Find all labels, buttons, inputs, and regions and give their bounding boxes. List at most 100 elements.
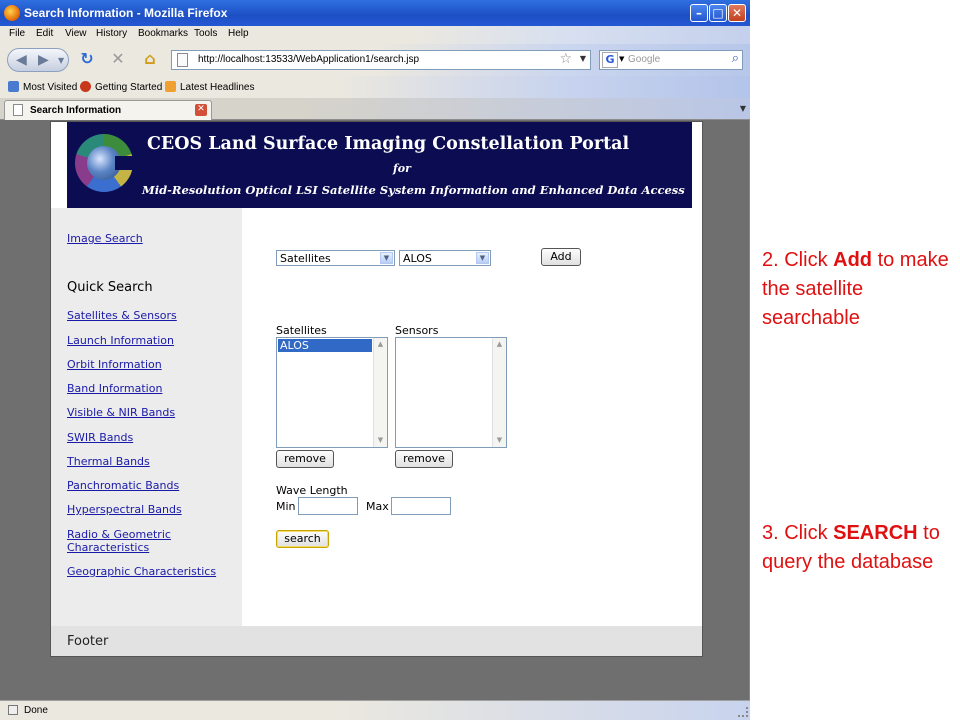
annotation-step-3: 3. Click SEARCH to query the database — [762, 519, 954, 577]
sidebar-link-panchromatic-bands[interactable]: Panchromatic Bands — [67, 479, 179, 492]
reload-icon[interactable]: ↻ — [78, 50, 96, 68]
menu-tools[interactable]: Tools — [194, 28, 217, 39]
menu-edit[interactable]: Edit — [36, 28, 53, 39]
url-dropdown-icon[interactable]: ▼ — [580, 54, 586, 63]
sidebar-link-visible-nir-bands[interactable]: Visible & NIR Bands — [67, 406, 175, 419]
menu-help[interactable]: Help — [228, 28, 249, 39]
step2-bold: Add — [833, 249, 873, 271]
sidebar-link-satellites-sensors[interactable]: Satellites & Sensors — [67, 309, 177, 322]
back-forward-buttons[interactable]: ◀ ▶ ▼ — [7, 48, 69, 72]
bookmarks-toolbar: Most Visited Getting Started Latest Head… — [0, 76, 750, 98]
satellite-select-value: ALOS — [403, 252, 432, 265]
history-dropdown-icon[interactable]: ▼ — [58, 56, 64, 65]
satellites-listbox[interactable]: ALOS ▲ ▼ — [276, 337, 388, 448]
step2-prefix: 2. Click — [762, 249, 834, 271]
sensors-label: Sensors — [395, 324, 439, 337]
status-bar: Done — [0, 700, 750, 720]
search-placeholder: Google — [628, 54, 661, 65]
home-icon[interactable]: ⌂ — [141, 50, 159, 68]
sidebar-link-launch-information[interactable]: Launch Information — [67, 334, 174, 347]
page-footer: Footer — [51, 626, 702, 656]
sidebar-link-geographic-characteristics[interactable]: Geographic Characteristics — [67, 565, 216, 578]
sidebar-link-hyperspectral-bands[interactable]: Hyperspectral Bands — [67, 503, 182, 516]
logo-c-gap — [115, 156, 135, 170]
sidebar-link-band-information[interactable]: Band Information — [67, 382, 162, 395]
menu-bookmarks[interactable]: Bookmarks — [138, 28, 188, 39]
min-wavelength-input[interactable] — [298, 497, 358, 515]
sensors-listbox[interactable]: ▲ ▼ — [395, 337, 507, 448]
sidebar-link-radio-geometric[interactable]: Radio & Geometric — [67, 528, 171, 541]
scroll-up-icon[interactable]: ▲ — [374, 338, 387, 351]
search-engine-dropdown-icon[interactable]: ▼ — [619, 55, 624, 63]
step3-bold: SEARCH — [833, 522, 918, 544]
web-page: CEOS Land Surface Imaging Constellation … — [50, 121, 703, 657]
rss-icon — [165, 81, 176, 92]
sidebar-link-thermal-bands[interactable]: Thermal Bands — [67, 455, 150, 468]
minimize-button[interactable]: – — [690, 4, 708, 22]
footer-text: Footer — [67, 634, 109, 649]
menu-file[interactable]: File — [9, 28, 25, 39]
step3-prefix: 3. Click — [762, 522, 834, 544]
quick-search-heading: Quick Search — [67, 280, 153, 295]
tab-close-icon[interactable]: ✕ — [195, 104, 207, 116]
portal-banner: CEOS Land Surface Imaging Constellation … — [67, 122, 692, 208]
image-search-link[interactable]: Image Search — [67, 232, 143, 245]
bookmark-latest-headlines[interactable]: Latest Headlines — [165, 81, 255, 93]
sidebar-link-orbit-information[interactable]: Orbit Information — [67, 358, 162, 371]
banner-title: CEOS Land Surface Imaging Constellation … — [147, 134, 630, 154]
chevron-down-icon[interactable]: ▼ — [476, 252, 489, 264]
search-bar[interactable]: G ▼ Google ⌕ — [599, 50, 743, 70]
search-icon[interactable]: ⌕ — [732, 51, 739, 66]
firefox-bookmark-icon — [80, 81, 91, 92]
menu-history[interactable]: History — [96, 28, 127, 39]
bookmark-star-icon[interactable]: ☆ — [559, 51, 572, 67]
min-label: Min — [276, 500, 296, 513]
bookmark-most-visited[interactable]: Most Visited — [8, 81, 77, 93]
bookmark-label: Most Visited — [23, 82, 78, 93]
maximize-button[interactable]: □ — [709, 4, 727, 22]
wave-length-label: Wave Length — [276, 484, 348, 497]
remove-sensor-button[interactable]: remove — [395, 450, 453, 468]
stop-icon[interactable]: ✕ — [109, 50, 127, 68]
category-select[interactable]: Satellites ▼ — [276, 250, 395, 266]
search-form: Satellites ▼ ALOS ▼ Add Satellites Senso… — [242, 208, 702, 626]
tab-search-information[interactable]: Search Information ✕ — [4, 100, 212, 120]
menu-view[interactable]: View — [65, 28, 87, 39]
search-button[interactable]: search — [276, 530, 329, 548]
add-button[interactable]: Add — [541, 248, 581, 266]
close-button[interactable]: ✕ — [728, 4, 746, 22]
sidebar: Image Search Quick Search Satellites & S… — [51, 208, 242, 626]
page-icon — [177, 53, 188, 67]
satellite-select[interactable]: ALOS ▼ — [399, 250, 491, 266]
status-text: Done — [24, 705, 48, 716]
menu-bar: File Edit View History Bookmarks Tools H… — [0, 26, 750, 44]
satellites-label: Satellites — [276, 324, 327, 337]
scroll-up-icon[interactable]: ▲ — [493, 338, 506, 351]
max-wavelength-input[interactable] — [391, 497, 451, 515]
satellites-list-item[interactable]: ALOS — [278, 339, 372, 352]
title-bar: Search Information - Mozilla Firefox – □… — [0, 0, 750, 26]
satellites-scrollbar[interactable]: ▲ ▼ — [373, 338, 387, 447]
sensors-scrollbar[interactable]: ▲ ▼ — [492, 338, 506, 447]
scroll-down-icon[interactable]: ▼ — [493, 434, 506, 447]
scroll-down-icon[interactable]: ▼ — [374, 434, 387, 447]
page-icon — [13, 104, 23, 116]
url-text: http://localhost:13533/WebApplication1/s… — [198, 54, 420, 65]
bookmark-getting-started[interactable]: Getting Started — [80, 81, 162, 93]
address-bar[interactable]: http://localhost:13533/WebApplication1/s… — [171, 50, 591, 70]
status-icon — [8, 705, 18, 715]
sidebar-link-radio-geometric-2[interactable]: Characteristics — [67, 541, 149, 554]
bookmark-label: Getting Started — [95, 82, 163, 93]
window-title: Search Information - Mozilla Firefox — [24, 6, 228, 20]
back-arrow-icon[interactable]: ◀ — [16, 52, 27, 68]
google-icon[interactable]: G — [602, 52, 618, 68]
sidebar-link-swir-bands[interactable]: SWIR Bands — [67, 431, 133, 444]
tab-list-dropdown-icon[interactable]: ▼ — [740, 104, 746, 113]
chevron-down-icon[interactable]: ▼ — [380, 252, 393, 264]
remove-satellite-button[interactable]: remove — [276, 450, 334, 468]
forward-arrow-icon[interactable]: ▶ — [38, 52, 49, 68]
annotation-step-2: 2. Click Add to make the satellite searc… — [762, 246, 954, 333]
banner-for: for — [393, 162, 411, 175]
resize-grip-icon[interactable] — [738, 707, 748, 717]
browser-window: Search Information - Mozilla Firefox – □… — [0, 0, 750, 720]
